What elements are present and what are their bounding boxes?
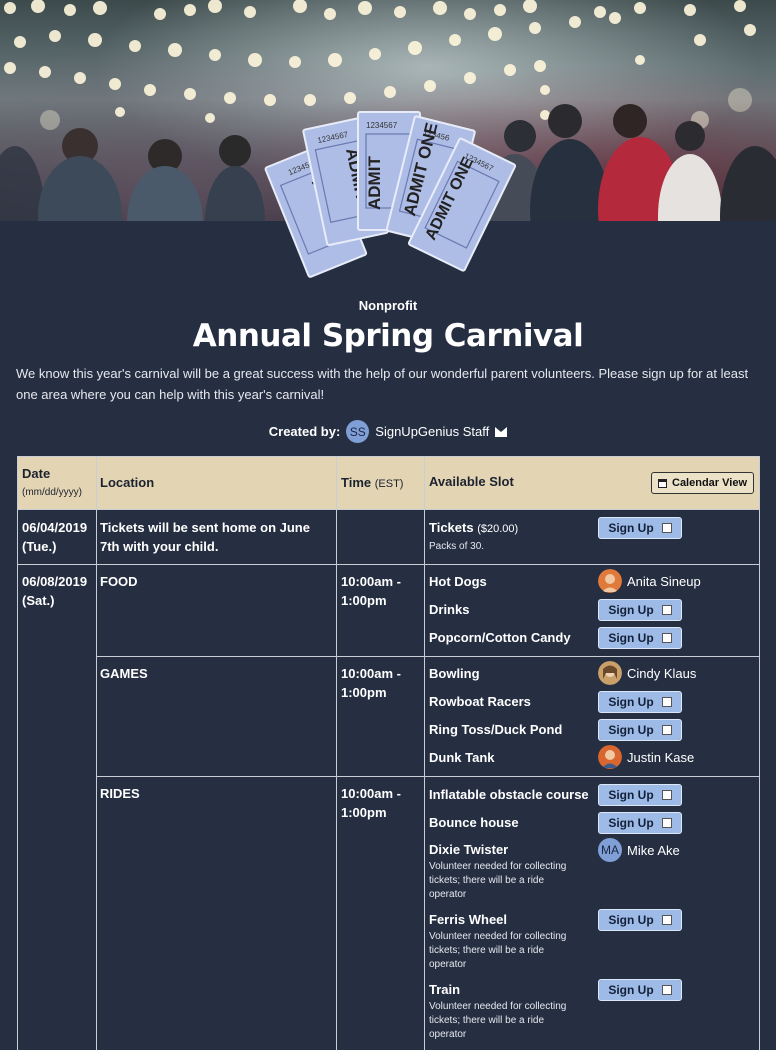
checkbox[interactable] <box>661 985 672 995</box>
slot-ferris-wheel: Ferris Wheel <box>429 912 508 927</box>
checkbox[interactable] <box>661 523 672 533</box>
time-food: 10:00am - 1:00pm <box>341 574 401 608</box>
location-games: GAMES <box>100 666 148 681</box>
svg-text:ADMIT: ADMIT <box>365 156 384 210</box>
slot-train: Train <box>429 982 461 997</box>
checkbox[interactable] <box>661 818 672 828</box>
slot-tickets: Tickets ($20.00) <box>429 520 519 535</box>
volunteer-photo <box>598 745 622 769</box>
calendar-icon <box>658 478 667 488</box>
time-rides: 10:00am - 1:00pm <box>341 786 401 820</box>
admit-one-tickets-graphic: 1234567 ADMIT 1234567 ADMIT 1234567 ADMI… <box>264 111 517 279</box>
sign-up-button[interactable]: Sign Up <box>598 979 682 1001</box>
creator-avatar: SS <box>346 420 370 443</box>
row1-location: Tickets will be sent home on June 7th wi… <box>100 520 310 554</box>
sign-up-button[interactable]: Sign Up <box>598 517 682 539</box>
slot-note: Volunteer needed for collecting tickets;… <box>429 861 567 900</box>
checkbox[interactable] <box>661 633 672 643</box>
checkbox[interactable] <box>661 725 672 735</box>
location-food: FOOD <box>100 574 138 589</box>
category-label: Nonprofit <box>358 298 418 313</box>
checkbox[interactable] <box>661 915 672 925</box>
signup-table: Date (mm/dd/yyyy) Location Time (EST) Av… <box>17 456 760 1050</box>
location-rides: RIDES <box>100 786 140 801</box>
volunteer-photo <box>598 661 622 685</box>
sign-up-button[interactable]: Sign Up <box>598 909 682 931</box>
slot-popcorn: Popcorn/Cotton Candy <box>429 630 571 645</box>
slot-inflatable-obstacle-course: Inflatable obstacle course <box>429 787 589 802</box>
signup-description: We know this year's carnival will be a g… <box>16 366 749 402</box>
checkbox[interactable] <box>661 605 672 615</box>
table-body: 06/04/2019 (Tue.) Tickets will be sent h… <box>18 510 759 1050</box>
sign-up-button[interactable]: Sign Up <box>598 784 682 806</box>
checkbox[interactable] <box>661 697 672 707</box>
row2-date: 06/08/2019 (Sat.) <box>22 574 88 608</box>
volunteer-mike: MA Mike Ake <box>598 838 680 862</box>
volunteer-avatar: MA <box>598 838 622 862</box>
creator-line: Created by: SS SignUpGenius Staff <box>0 420 776 443</box>
creator-name[interactable]: SignUpGenius Staff <box>375 424 489 439</box>
volunteer-anita: Anita Sineup <box>598 569 701 593</box>
slot-note: Packs of 30. <box>429 541 485 552</box>
slot-bowling: Bowling <box>429 666 480 681</box>
sign-up-button[interactable]: Sign Up <box>598 719 682 741</box>
created-by-label: Created by: <box>268 424 341 439</box>
sign-up-button[interactable]: Sign Up <box>598 812 682 834</box>
slot-rowboat-racers: Rowboat Racers <box>429 694 531 709</box>
volunteer-photo <box>598 569 622 593</box>
time-games: 10:00am - 1:00pm <box>341 666 401 700</box>
slot-price: ($20.00) <box>477 523 519 535</box>
slot-hot-dogs: Hot Dogs <box>429 574 487 589</box>
checkbox[interactable] <box>661 790 672 800</box>
sign-up-button[interactable]: Sign Up <box>598 599 682 621</box>
calendar-view-button[interactable]: Calendar View <box>651 472 754 494</box>
volunteer-cindy: Cindy Klaus <box>598 661 696 685</box>
page-title: Annual Spring Carnival <box>192 318 584 354</box>
svg-text:1234567: 1234567 <box>366 121 398 130</box>
date-format-hint: (mm/dd/yyyy) <box>22 487 82 498</box>
slot-bounce-house: Bounce house <box>429 815 519 830</box>
slot-note: Volunteer needed for collecting tickets;… <box>429 931 567 970</box>
table-header: Date (mm/dd/yyyy) Location Time (EST) Av… <box>18 457 759 510</box>
slot-ring-toss: Ring Toss/Duck Pond <box>429 722 563 737</box>
slot-dunk-tank: Dunk Tank <box>429 750 495 765</box>
slot-dixie-twister: Dixie Twister <box>429 842 509 857</box>
row1-date: 06/04/2019 (Tue.) <box>22 520 88 554</box>
slot-drinks: Drinks <box>429 602 470 617</box>
mail-icon[interactable] <box>495 426 508 437</box>
volunteer-justin: Justin Kase <box>598 745 694 769</box>
sign-up-button[interactable]: Sign Up <box>598 691 682 713</box>
slot-note: Volunteer needed for collecting tickets;… <box>429 1001 567 1040</box>
sign-up-button[interactable]: Sign Up <box>598 627 682 649</box>
